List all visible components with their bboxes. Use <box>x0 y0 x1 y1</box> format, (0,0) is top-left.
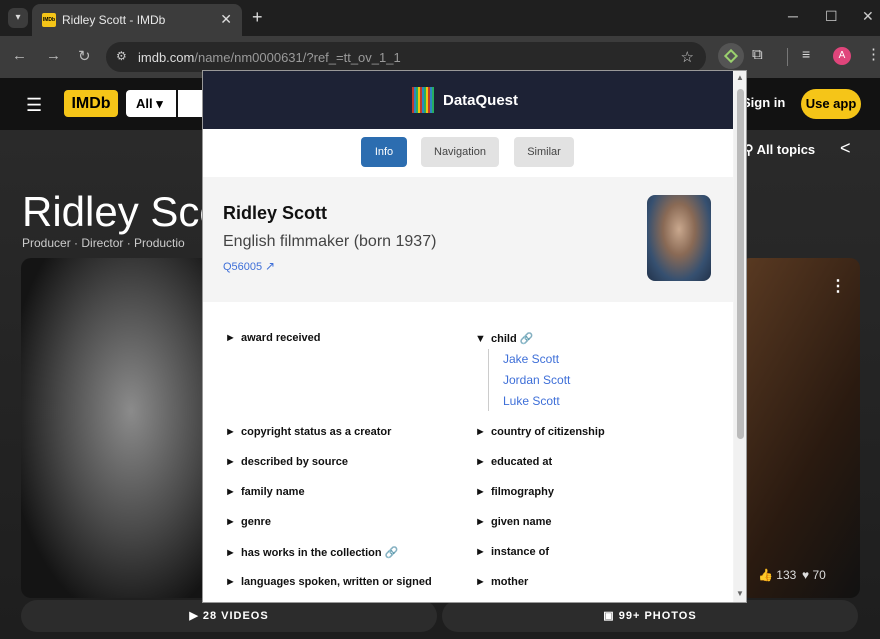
tab-close-icon[interactable]: ✕ <box>220 11 232 28</box>
property-country-of-citizenship[interactable]: ► country of citizenship <box>475 426 605 438</box>
dataquest-extension-icon[interactable] <box>718 43 744 69</box>
property-child[interactable]: ▼ child 🔗 <box>475 332 533 345</box>
featured-video[interactable] <box>740 258 860 598</box>
video-more-icon[interactable]: ⋮ <box>830 276 846 296</box>
dataquest-logo-icon <box>412 87 434 113</box>
reactions-count[interactable]: ♥ 70 <box>802 568 826 582</box>
new-tab-button[interactable]: + <box>252 7 263 28</box>
property-filmography[interactable]: ► filmography <box>475 486 554 498</box>
tab-strip: ▾ IMDb Ridley Scott - IMDb ✕ + ─ ☐ ✕ <box>0 0 880 36</box>
scroll-thumb[interactable] <box>737 89 744 439</box>
property-described-by-source[interactable]: ► described by source <box>225 456 348 468</box>
address-bar[interactable]: ⚙ imdb.com/name/nm0000631/?ref_=tt_ov_1_… <box>106 42 706 72</box>
child-list-rule <box>488 349 489 411</box>
panel-scrollbar[interactable]: ▲ ▼ <box>734 71 746 602</box>
search-input[interactable] <box>178 90 202 117</box>
close-window-button[interactable]: ✕ <box>862 8 874 25</box>
dataquest-header: DataQuest <box>203 71 733 129</box>
likes-count[interactable]: 👍 133 <box>758 568 796 582</box>
entity-photo <box>647 195 711 281</box>
tab-title: Ridley Scott - IMDb <box>62 13 166 27</box>
tab-navigation[interactable]: Navigation <box>421 137 499 167</box>
external-link-icon[interactable]: ↗ <box>265 259 275 273</box>
back-arrow-icon[interactable]: ← <box>12 47 27 64</box>
photos-button[interactable]: ▣ 99+ PHOTOS <box>442 600 858 632</box>
property-copyright-status[interactable]: ► copyright status as a creator <box>225 426 391 438</box>
entity-card: Ridley Scott English filmmaker (born 193… <box>203 177 733 302</box>
dataquest-panel: DataQuest Info Navigation Similar Ridley… <box>202 70 747 603</box>
child-value-link[interactable]: Luke Scott <box>503 394 560 408</box>
entity-name: Ridley Scott <box>223 203 328 223</box>
child-value-link[interactable]: Jordan Scott <box>503 373 570 387</box>
search-category-select[interactable]: All ▾ <box>126 90 176 117</box>
property-languages-spoken[interactable]: ► languages spoken, written or signed <box>225 576 432 588</box>
imdb-logo[interactable]: IMDb <box>64 90 118 117</box>
property-has-works-in-collection[interactable]: ► has works in the collection 🔗 <box>225 546 398 559</box>
profile-avatar[interactable]: A <box>833 47 851 65</box>
person-poster[interactable] <box>21 258 221 598</box>
tab-info[interactable]: Info <box>361 137 407 167</box>
tab-similar[interactable]: Similar <box>514 137 574 167</box>
tab-search-button[interactable]: ▾ <box>8 8 28 28</box>
property-educated-at[interactable]: ► educated at <box>475 456 552 468</box>
child-value-link[interactable]: Jake Scott <box>503 352 559 366</box>
imdb-favicon-icon: IMDb <box>42 13 56 27</box>
forward-arrow-icon[interactable]: → <box>46 47 61 64</box>
person-roles: Producer · Director · Productio <box>22 236 185 250</box>
paperclip-icon: 🔗 <box>384 547 399 559</box>
videos-button[interactable]: ▶ 28 VIDEOS <box>21 600 437 632</box>
property-family-name[interactable]: ► family name <box>225 486 305 498</box>
property-list: ► award received ► copyright status as a c… <box>203 302 733 602</box>
property-instance-of[interactable]: ► instance of <box>475 546 549 558</box>
use-app-button[interactable]: Use app <box>801 89 861 119</box>
browser-tab[interactable]: IMDb Ridley Scott - IMDb ✕ <box>32 4 242 36</box>
scroll-up-icon[interactable]: ▲ <box>736 73 744 82</box>
panel-tabs: Info Navigation Similar <box>203 129 733 177</box>
entity-id-link[interactable]: Q56005 <box>223 261 262 273</box>
dataquest-title: DataQuest <box>443 92 519 109</box>
reload-icon[interactable]: ↻ <box>78 47 91 65</box>
bookmark-star-icon[interactable]: ☆ <box>681 48 694 66</box>
url-text: imdb.com/name/nm0000631/?ref_=tt_ov_1_1 <box>138 50 401 65</box>
extensions-puzzle-icon[interactable]: ⧉ <box>752 46 763 63</box>
site-info-icon[interactable]: ⚙ <box>116 49 127 63</box>
property-genre[interactable]: ► genre <box>225 516 271 528</box>
property-award-received[interactable]: ► award received <box>225 332 321 344</box>
menu-hamburger-icon[interactable]: ☰ <box>26 95 42 116</box>
all-topics-link[interactable]: ⚲ All topics <box>744 142 815 158</box>
toolbar-divider <box>787 48 788 66</box>
browser-menu-icon[interactable]: ⋮ <box>866 45 880 63</box>
paperclip-icon: 🔗 <box>519 333 534 345</box>
entity-description: English filmmaker (born 1937) <box>223 233 437 250</box>
maximize-button[interactable]: ☐ <box>825 8 838 25</box>
person-name: Ridley Sco <box>22 188 223 235</box>
scroll-down-icon[interactable]: ▼ <box>736 589 744 598</box>
minimize-button[interactable]: ─ <box>788 8 798 24</box>
share-icon[interactable]: < <box>840 138 851 159</box>
property-mother[interactable]: ► mother <box>475 576 528 588</box>
property-given-name[interactable]: ► given name <box>475 516 552 528</box>
sign-in-link[interactable]: Sign in <box>742 95 785 110</box>
reading-list-icon[interactable]: ≡ <box>802 46 810 62</box>
